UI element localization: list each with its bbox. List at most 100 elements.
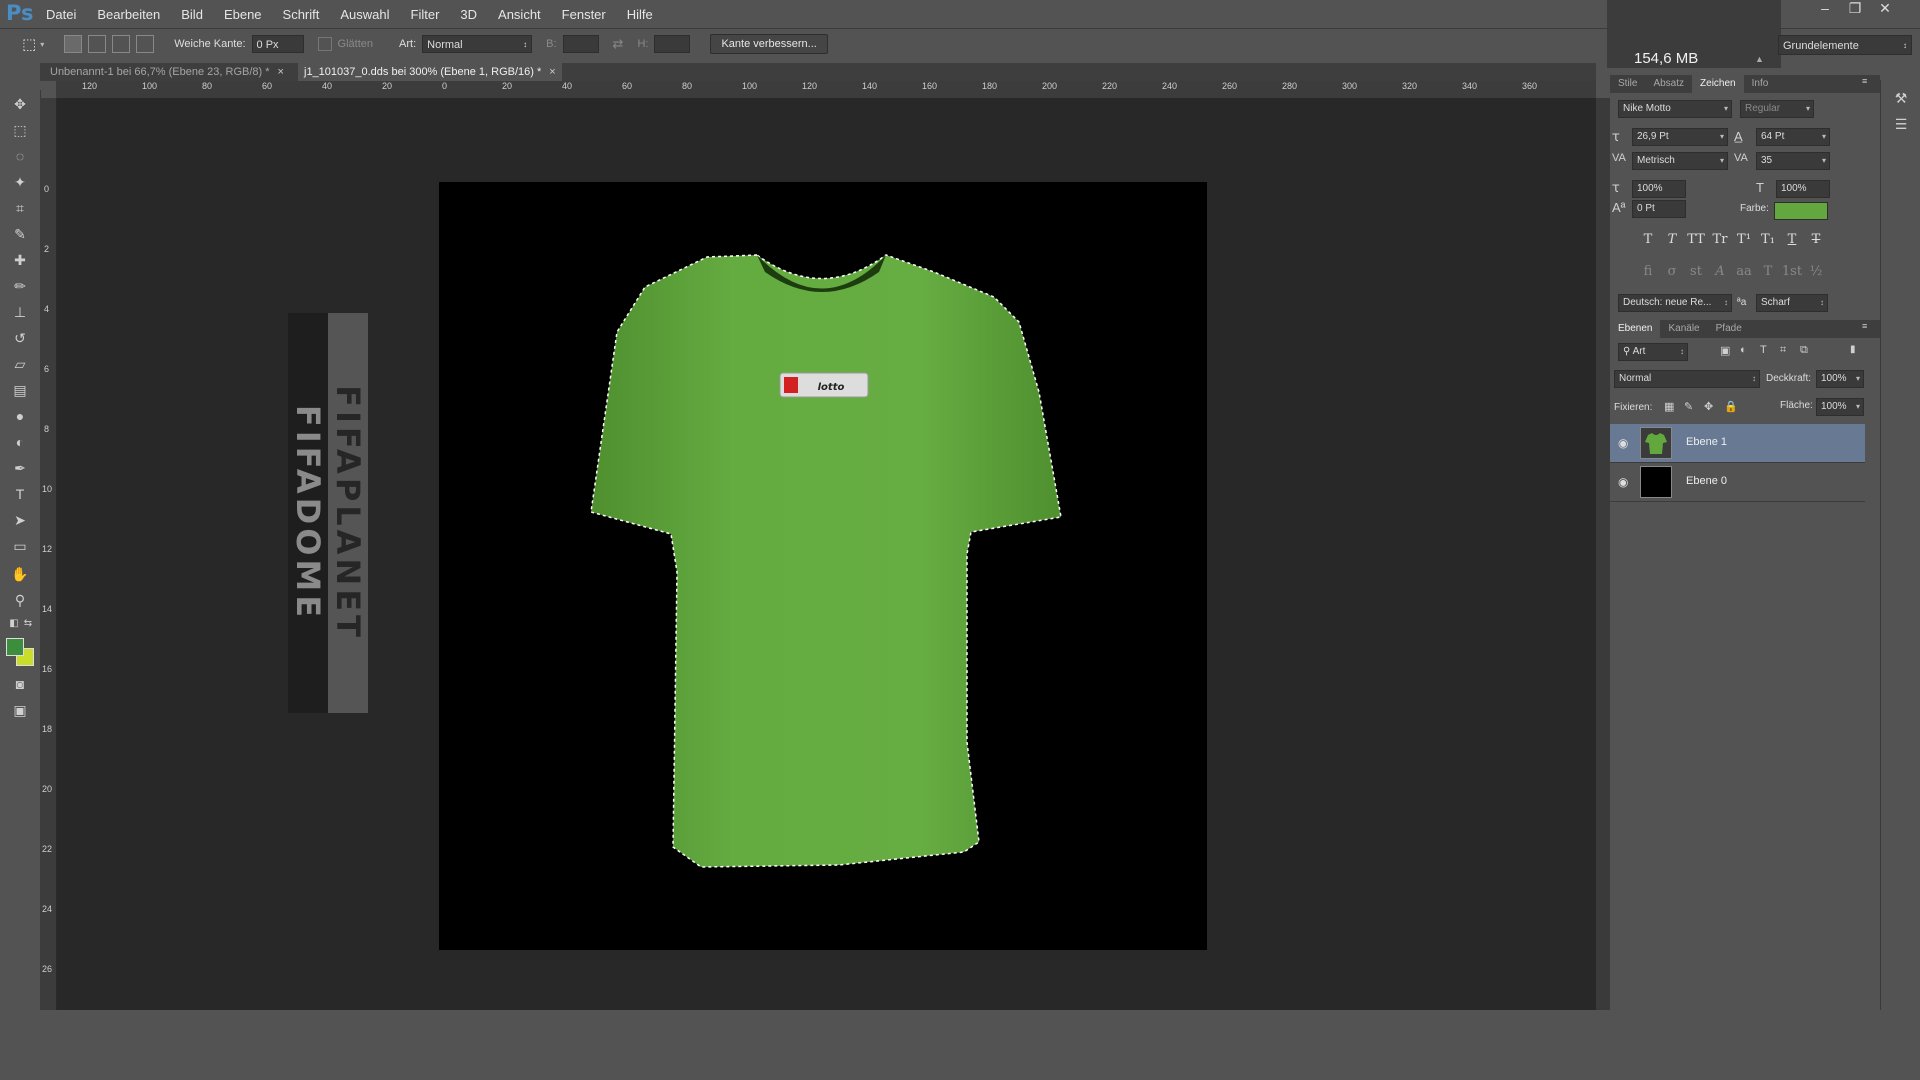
layer-name[interactable]: Ebene 0 xyxy=(1686,475,1727,487)
faux-bold-button[interactable]: T xyxy=(1636,232,1660,247)
subtract-selection-icon[interactable] xyxy=(112,35,131,53)
close-icon[interactable]: × xyxy=(278,66,284,78)
pen-tool-icon[interactable]: ✒ xyxy=(10,458,30,478)
filter-pixel-icon[interactable]: ▣ xyxy=(1720,344,1730,357)
menu-bearbeiten[interactable]: Bearbeiten xyxy=(97,7,160,22)
ordinals-button[interactable]: 1st xyxy=(1780,264,1804,279)
tab-zeichen[interactable]: Zeichen xyxy=(1692,75,1744,93)
eyedropper-icon[interactable]: ✎ xyxy=(10,224,30,244)
small-caps-button[interactable]: Tr xyxy=(1708,232,1732,247)
panel-menu-icon[interactable]: ≡ xyxy=(1862,321,1867,331)
width-input[interactable] xyxy=(562,35,599,53)
gradient-tool-icon[interactable]: ▤ xyxy=(10,380,30,400)
hand-tool-icon[interactable]: ✋ xyxy=(10,564,30,584)
titling-alternates-button[interactable]: T xyxy=(1756,264,1780,279)
all-caps-button[interactable]: TT xyxy=(1684,232,1708,247)
font-size-input[interactable]: 26,9 Pt ▾ xyxy=(1632,128,1728,146)
zoom-tool-icon[interactable]: ⚲ xyxy=(10,590,30,610)
tracking-select[interactable]: 35 ▾ xyxy=(1756,152,1830,170)
layer-filter-select[interactable]: ⚲ Art ↕ xyxy=(1618,343,1688,361)
menu-fenster[interactable]: Fenster xyxy=(562,7,606,22)
layer-name[interactable]: Ebene 1 xyxy=(1686,436,1727,448)
healing-brush-icon[interactable]: ✚ xyxy=(10,250,30,270)
intersect-selection-icon[interactable] xyxy=(136,35,155,53)
adjustments-icon[interactable]: ☰ xyxy=(1891,114,1911,134)
menu-schrift[interactable]: Schrift xyxy=(283,7,320,22)
antialias-select[interactable]: Scharf ↕ xyxy=(1756,294,1828,312)
tab-kanaele[interactable]: Kanäle xyxy=(1660,320,1707,338)
foreground-color-swatch[interactable] xyxy=(6,638,24,656)
preset-chevron-down-icon[interactable]: ▾ xyxy=(40,40,44,49)
layer-row-ebene-0[interactable]: ◉ Ebene 0 xyxy=(1610,463,1865,502)
underline-button[interactable]: T xyxy=(1780,232,1804,247)
strikethrough-button[interactable]: T xyxy=(1804,232,1828,247)
stamp-tool-icon[interactable]: ⊥ xyxy=(10,302,30,322)
history-brush-icon[interactable]: ↺ xyxy=(10,328,30,348)
marquee-tool-icon[interactable]: ⬚ xyxy=(10,120,30,140)
swap-dimensions-icon[interactable]: ⇄ xyxy=(613,36,624,52)
filter-smart-object-icon[interactable]: ⧉ xyxy=(1800,344,1808,357)
fractions-button[interactable]: ½ xyxy=(1804,264,1828,279)
lock-transparent-icon[interactable]: ▦ xyxy=(1664,400,1674,413)
ligatures-button[interactable]: fi xyxy=(1636,264,1660,279)
tab-pfade[interactable]: Pfade xyxy=(1708,320,1750,338)
new-selection-icon[interactable] xyxy=(64,35,83,53)
swap-colors-icon[interactable]: ⇆ xyxy=(18,614,38,634)
lasso-tool-icon[interactable]: ◌ xyxy=(10,146,30,166)
filter-toggle-icon[interactable]: ▮ xyxy=(1850,344,1856,355)
language-select[interactable]: Deutsch: neue Re... ↕ xyxy=(1618,294,1732,312)
vertical-scale-input[interactable]: 100% xyxy=(1632,180,1686,198)
tab-info[interactable]: Info xyxy=(1744,75,1777,93)
visibility-eye-icon[interactable]: ◉ xyxy=(1618,436,1628,450)
refine-edge-button[interactable]: Kante verbessern... xyxy=(710,34,828,54)
antialias-checkbox[interactable] xyxy=(317,37,332,51)
baseline-shift-input[interactable]: 0 Pt xyxy=(1632,200,1686,218)
tab-unbenannt[interactable]: Unbenannt-1 bei 66,7% (Ebene 23, RGB/8) … xyxy=(44,63,290,81)
memory-arrow-icon[interactable]: ▲ xyxy=(1755,54,1764,64)
faux-italic-button[interactable]: T xyxy=(1660,232,1684,247)
leading-input[interactable]: 64 Pt ▾ xyxy=(1756,128,1830,146)
menu-ansicht[interactable]: Ansicht xyxy=(498,7,541,22)
lock-pixels-icon[interactable]: ✎ xyxy=(1684,400,1693,413)
blend-mode-select[interactable]: Normal ↕ xyxy=(1614,370,1760,388)
add-selection-icon[interactable] xyxy=(88,35,107,53)
screen-mode-icon[interactable]: ▣ xyxy=(10,700,30,720)
subscript-button[interactable]: T₁ xyxy=(1756,232,1780,247)
font-family-select[interactable]: Nike Motto ▾ xyxy=(1618,100,1732,118)
quick-mask-icon[interactable]: ◙ xyxy=(10,674,30,694)
superscript-button[interactable]: T¹ xyxy=(1732,232,1756,247)
lock-all-icon[interactable]: 🔒 xyxy=(1724,400,1738,413)
filter-shape-icon[interactable]: ⌗ xyxy=(1780,344,1786,357)
menu-ebene[interactable]: Ebene xyxy=(224,7,262,22)
horizontal-scale-input[interactable]: 100% xyxy=(1776,180,1830,198)
menu-auswahl[interactable]: Auswahl xyxy=(340,7,389,22)
path-select-icon[interactable]: ➤ xyxy=(10,510,30,530)
discretionary-ligatures-button[interactable]: st xyxy=(1684,264,1708,279)
restore-button[interactable]: ❐ xyxy=(1840,0,1870,20)
close-icon[interactable]: × xyxy=(549,66,555,78)
filter-adjustment-icon[interactable]: ◐ xyxy=(1740,344,1747,356)
layer-row-ebene-1[interactable]: ◉ Ebene 1 xyxy=(1610,424,1865,463)
tab-j1-101037[interactable]: j1_101037_0.dds bei 300% (Ebene 1, RGB/1… xyxy=(298,63,562,81)
fill-input[interactable]: 100% ▾ xyxy=(1816,398,1864,416)
menu-3d[interactable]: 3D xyxy=(460,7,477,22)
marquee-tool-preset-icon[interactable]: ⬚ xyxy=(22,35,36,53)
lock-position-icon[interactable]: ✥ xyxy=(1704,400,1713,413)
filter-type-icon[interactable]: T xyxy=(1760,344,1767,356)
alternates-button[interactable]: σ xyxy=(1660,264,1684,279)
magic-wand-icon[interactable]: ✦ xyxy=(10,172,30,192)
tab-ebenen[interactable]: Ebenen xyxy=(1610,320,1661,338)
menu-datei[interactable]: Datei xyxy=(46,7,76,22)
brush-tool-icon[interactable]: ✏ xyxy=(10,276,30,296)
font-style-select[interactable]: Regular ▾ xyxy=(1740,100,1814,118)
kerning-select[interactable]: Metrisch ▾ xyxy=(1632,152,1728,170)
workspace-select[interactable]: Grundelemente ↕ xyxy=(1778,35,1912,55)
type-tool-icon[interactable]: T xyxy=(10,484,30,504)
document-canvas[interactable]: lotto xyxy=(439,182,1207,950)
tool-presets-icon[interactable]: ⚒ xyxy=(1891,88,1911,108)
vertical-scrollbar[interactable] xyxy=(1596,98,1610,1010)
menu-hilfe[interactable]: Hilfe xyxy=(627,7,653,22)
visibility-eye-icon[interactable]: ◉ xyxy=(1618,475,1628,489)
crop-tool-icon[interactable]: ⌗ xyxy=(10,198,30,218)
dodge-tool-icon[interactable]: ◐ xyxy=(10,432,30,452)
